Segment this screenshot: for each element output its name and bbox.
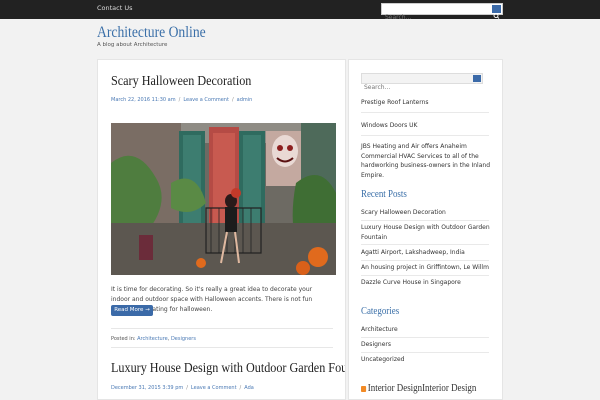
sidebar-search-button[interactable] <box>473 75 481 90</box>
category-link[interactable]: Designers <box>361 340 491 350</box>
sidebar-divider <box>361 352 489 353</box>
sidebar-divider <box>361 337 489 338</box>
halloween-house-illustration <box>111 123 336 275</box>
post-meta: December 31, 2015 3:39 pm / Leave a Commen… <box>111 385 254 391</box>
post-date[interactable]: December 31, 2015 3:39 pm <box>111 385 183 391</box>
category-link-designers[interactable]: Designers <box>171 336 196 342</box>
recent-posts-heading: Recent Posts <box>361 189 407 200</box>
top-search-button[interactable] <box>492 5 501 19</box>
post-divider <box>111 328 333 329</box>
sidebar-link[interactable]: Windows Doors UK <box>361 121 491 131</box>
post-comments-link[interactable]: Leave a Comment <box>183 97 229 103</box>
sidebar-search-box <box>361 73 483 92</box>
recent-post-link[interactable]: Luxury House Design with Outdoor Garden … <box>361 223 491 242</box>
rss-feed-heading[interactable]: Interior DesignInterior Design <box>361 383 476 394</box>
post-date[interactable]: March 22, 2016 11:30 am <box>111 97 176 103</box>
site-title[interactable]: Architecture Online <box>97 24 206 42</box>
post-author-link[interactable]: admin <box>237 97 253 103</box>
sidebar-search-input[interactable] <box>362 83 467 92</box>
rss-icon <box>361 385 367 392</box>
recent-post-link[interactable]: An housing project in Griffintown, Le Wi… <box>361 263 491 273</box>
rss-feed-title[interactable]: Interior DesignInterior Design <box>368 383 477 394</box>
main-content: Scary Halloween Decoration March 22, 201… <box>97 59 346 400</box>
sidebar: Prestige Roof Lanterns Windows Doors UK … <box>348 59 503 400</box>
site-tagline: A blog about Architecture <box>97 42 168 48</box>
sidebar-divider <box>361 135 489 136</box>
post-featured-image[interactable] <box>111 123 336 275</box>
top-bar: Contact Us <box>0 0 600 23</box>
post-author-link[interactable]: Ada <box>244 385 254 391</box>
sidebar-divider <box>361 260 489 261</box>
read-more-button[interactable]: Read More → <box>111 305 153 316</box>
post-categories: Posted in: Architecture, Designers <box>111 336 196 342</box>
post-title[interactable]: Luxury House Design with Outdoor Garden … <box>111 360 345 376</box>
contact-us-link[interactable]: Contact Us <box>97 4 133 12</box>
sidebar-divider <box>361 244 489 245</box>
top-search-input[interactable] <box>382 12 490 23</box>
sidebar-divider <box>361 220 489 221</box>
post-divider <box>111 347 333 348</box>
search-icon <box>474 83 480 90</box>
recent-post-link[interactable]: Dazzle Curve House in Singapore <box>361 278 491 288</box>
sidebar-link[interactable]: Prestige Roof Lanterns <box>361 98 491 108</box>
post-title[interactable]: Scary Halloween Decoration <box>111 73 251 89</box>
post-meta: March 22, 2016 11:30 am / Leave a Comment /… <box>111 97 253 103</box>
recent-post-link[interactable]: Agatti Airport, Lakshadweep, India <box>361 248 491 258</box>
posted-in-label: Posted in: <box>111 336 136 342</box>
sidebar-divider <box>361 112 489 113</box>
sidebar-divider <box>361 275 489 276</box>
category-link-architecture[interactable]: Architecture <box>137 336 168 342</box>
categories-heading: Categories <box>361 306 400 317</box>
top-search-box <box>381 3 503 23</box>
category-link[interactable]: Architecture <box>361 325 491 335</box>
recent-post-link[interactable]: Scary Halloween Decoration <box>361 208 491 218</box>
category-link[interactable]: Uncategorized <box>361 355 491 365</box>
sidebar-link[interactable]: JBS Heating and Air offers Anaheim Comme… <box>361 142 491 180</box>
post-comments-link[interactable]: Leave a Comment <box>191 385 237 391</box>
search-icon <box>493 13 500 19</box>
